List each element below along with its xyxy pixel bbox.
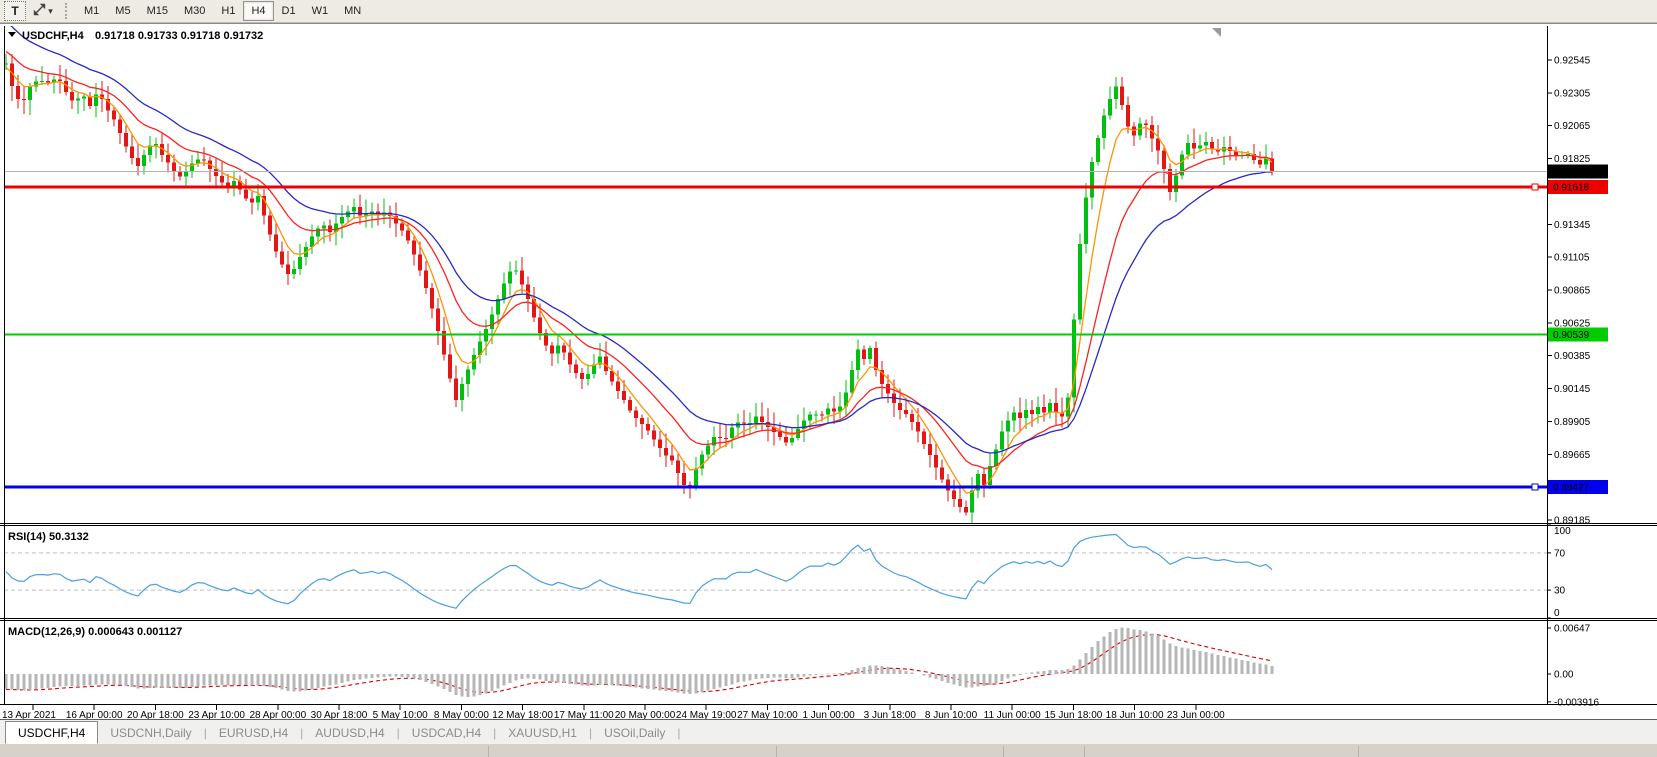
chart-tab-audusd[interactable]: AUDUSD,H4 (303, 722, 396, 743)
svg-text:0.92065: 0.92065 (1554, 121, 1591, 132)
timeframe-button-m1[interactable]: M1 (76, 1, 107, 21)
svg-text:-0.003916: -0.003916 (1554, 697, 1599, 708)
timeframe-button-mn[interactable]: MN (336, 1, 369, 21)
svg-text:0.90145: 0.90145 (1554, 384, 1591, 395)
chart-tab-eurusd[interactable]: EURUSD,H4 (207, 722, 300, 743)
svg-text:0: 0 (1554, 608, 1560, 619)
status-bar-separator (1084, 746, 1085, 757)
timeframe-button-h1[interactable]: H1 (213, 1, 243, 21)
candles-layer (4, 53, 1274, 526)
svg-text:0.90865: 0.90865 (1554, 286, 1591, 297)
svg-text:0.92545: 0.92545 (1554, 56, 1591, 67)
trading-terminal-window: T ▾ M1M5M15M30H1H4D1W1MN 0.925450.923050… (0, 0, 1657, 757)
svg-text:0.00: 0.00 (1554, 670, 1574, 681)
moving-averages-layer (6, 23, 1272, 493)
timeframe-buttons: M1M5M15M30H1H4D1W1MN (76, 1, 369, 21)
svg-text:100: 100 (1554, 526, 1571, 537)
timeframe-button-m15[interactable]: M15 (139, 1, 176, 21)
diagonal-arrows-icon (33, 3, 46, 19)
ma-fast-line (6, 67, 1272, 493)
timeframe-button-w1[interactable]: W1 (304, 1, 337, 21)
chart-canvas[interactable]: 0.92545 0.92305 0.92065 0.91825 0.91345 0.911… (0, 23, 1657, 720)
status-bar-separator (1358, 746, 1359, 757)
svg-text:0.92305: 0.92305 (1554, 88, 1591, 99)
timeframe-button-m5[interactable]: M5 (107, 1, 138, 21)
rsi-indicator-label: RSI(14) 50.3132 (8, 531, 89, 543)
chart-tab-usdcad[interactable]: USDCAD,H4 (400, 722, 493, 743)
svg-text:0.91618: 0.91618 (1553, 182, 1590, 193)
svg-text:0.89905: 0.89905 (1554, 417, 1591, 428)
ma-medium-line (6, 52, 1272, 469)
status-bar-separator (1003, 746, 1004, 757)
chart-title: USDCHF,H4 (22, 30, 85, 42)
macd-indicator-label: MACD(12,26,9) 0.000643 0.001127 (8, 626, 182, 638)
timeframe-button-m30[interactable]: M30 (176, 1, 213, 21)
svg-text:30: 30 (1554, 586, 1566, 597)
price-axis: 0.92545 0.92305 0.92065 0.91825 0.91345 0.911… (1547, 56, 1591, 527)
svg-text:0.89665: 0.89665 (1554, 450, 1591, 461)
tab-separator: | (677, 726, 680, 740)
text-tool-label: T (11, 4, 18, 18)
status-bar (0, 743, 1657, 757)
chart-toolbar: T ▾ M1M5M15M30H1H4D1W1MN (0, 0, 1657, 23)
chart-tabs-bar: USDCHF,H4USDCNH,Daily|EURUSD,H4|AUDUSD,H… (0, 719, 1657, 743)
ma-slow-line (6, 23, 1272, 453)
chart-tab-usoil[interactable]: USOil,Daily (592, 722, 677, 743)
svg-text:0.00647: 0.00647 (1554, 623, 1591, 634)
crosshair-arrows-button[interactable]: ▾ (26, 1, 60, 21)
status-bar-separator (776, 746, 777, 757)
chevron-down-icon: ▾ (48, 7, 53, 16)
svg-text:0.89185: 0.89185 (1554, 516, 1591, 527)
toolbar-grip[interactable] (65, 3, 70, 19)
svg-text:0.89427: 0.89427 (1553, 482, 1590, 493)
chart-tab-usdcnh[interactable]: USDCNH,Daily (98, 722, 203, 743)
macd-pane: 0.00647 0.00 -0.003916 (6, 623, 1599, 708)
rsi-pane: 100 70 30 0 (4, 525, 1571, 619)
chart-shift-marker[interactable] (1212, 28, 1221, 37)
price-lines-layer: 0.91732 0.91618 0.90539 0.89427 (4, 164, 1608, 494)
status-bar-separator (488, 746, 489, 757)
svg-text:0.91105: 0.91105 (1554, 253, 1590, 264)
text-tool-button[interactable]: T (4, 1, 26, 21)
svg-text:0.90385: 0.90385 (1554, 351, 1591, 362)
svg-text:0.91825: 0.91825 (1554, 154, 1591, 165)
chart-ohlc-values: 0.91718 0.91733 0.91718 0.91732 (95, 30, 263, 42)
chart-tab-usdchf[interactable]: USDCHF,H4 (5, 721, 98, 744)
rsi-line (6, 535, 1272, 609)
pane-borders (0, 26, 1657, 705)
time-axis: 13 Apr 202116 Apr 00:0020 Apr 18:0023 Ap… (2, 705, 1225, 720)
svg-text:70: 70 (1554, 548, 1566, 559)
svg-text:0.91732: 0.91732 (1553, 167, 1590, 178)
timeframe-button-h4[interactable]: H4 (243, 1, 273, 21)
svg-text:0.90539: 0.90539 (1553, 330, 1590, 341)
timeframe-button-d1[interactable]: D1 (274, 1, 304, 21)
macd-signal-line (6, 635, 1272, 693)
svg-text:0.91345: 0.91345 (1554, 220, 1591, 231)
symbol-dropdown-icon[interactable] (8, 32, 16, 37)
chart-tab-xauusd[interactable]: XAUUSD,H1 (496, 722, 589, 743)
